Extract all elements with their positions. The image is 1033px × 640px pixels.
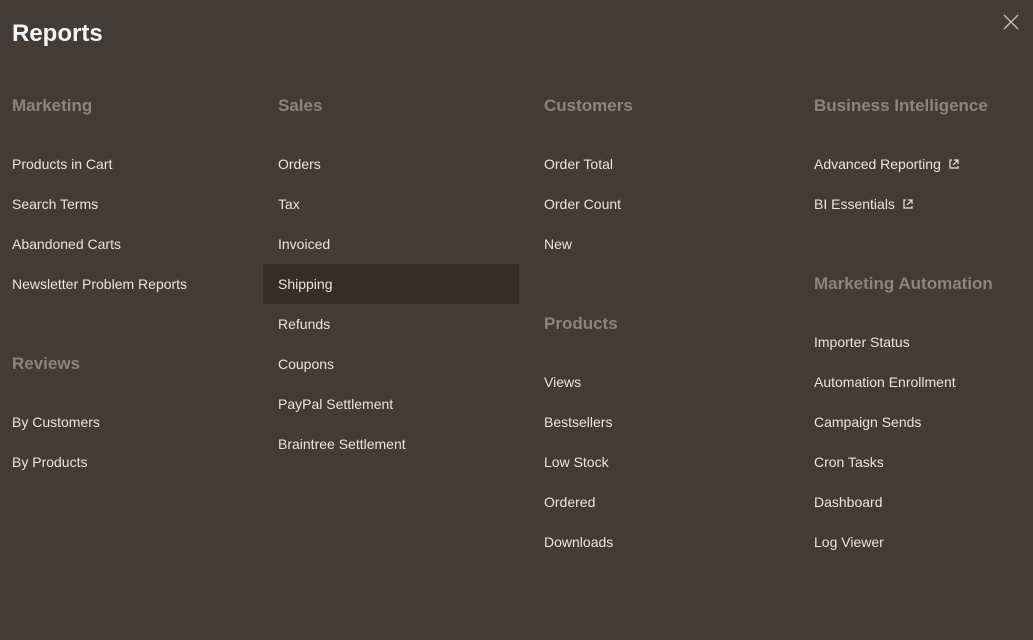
section-products: Products Views Bestsellers Low Stock Ord… (544, 314, 814, 562)
panel-title: Reports (12, 16, 1021, 52)
section-title-sales: Sales (278, 96, 544, 116)
section-title-bi: Business Intelligence (814, 96, 1033, 116)
menu-low-stock[interactable]: Low Stock (529, 442, 814, 482)
menu-campaign-sends[interactable]: Campaign Sends (799, 402, 1033, 442)
menu-item-label: BI Essentials (814, 196, 895, 212)
section-title-reviews: Reviews (12, 354, 278, 374)
columns: Marketing Products in Cart Search Terms … (12, 96, 1021, 612)
menu-invoiced[interactable]: Invoiced (263, 224, 519, 264)
menu-item-label: Advanced Reporting (814, 156, 941, 172)
menu-advanced-reporting[interactable]: Advanced Reporting (799, 144, 1033, 184)
menu-coupons[interactable]: Coupons (263, 344, 519, 384)
col-customers-products: Customers Order Total Order Count New Pr… (544, 96, 814, 612)
col-marketing-reviews: Marketing Products in Cart Search Terms … (12, 96, 278, 612)
section-customers: Customers Order Total Order Count New (544, 96, 814, 264)
menu-paypal-settlement[interactable]: PayPal Settlement (263, 384, 519, 424)
menu-log-viewer[interactable]: Log Viewer (799, 522, 1033, 562)
menu-search-terms[interactable]: Search Terms (0, 184, 278, 224)
section-marketing: Marketing Products in Cart Search Terms … (12, 96, 278, 304)
section-reviews: Reviews By Customers By Products (12, 354, 278, 482)
section-title-marketing: Marketing (12, 96, 278, 116)
section-sales: Sales Orders Tax Invoiced Shipping Refun… (278, 96, 544, 464)
menu-orders[interactable]: Orders (263, 144, 519, 184)
col-bi-automation: Business Intelligence Advanced Reporting… (814, 96, 1033, 612)
menu-dashboard[interactable]: Dashboard (799, 482, 1033, 522)
external-link-icon (903, 196, 913, 206)
menu-newsletter-problem-reports[interactable]: Newsletter Problem Reports (0, 264, 278, 304)
menu-order-count[interactable]: Order Count (529, 184, 814, 224)
section-title-automation: Marketing Automation (814, 274, 1033, 294)
menu-new[interactable]: New (529, 224, 814, 264)
menu-bi-essentials[interactable]: BI Essentials (799, 184, 1033, 224)
menu-automation-enrollment[interactable]: Automation Enrollment (799, 362, 1033, 402)
menu-by-products[interactable]: By Products (0, 442, 278, 482)
external-link-icon (949, 156, 959, 166)
col-sales: Sales Orders Tax Invoiced Shipping Refun… (278, 96, 544, 612)
section-title-products: Products (544, 314, 814, 334)
menu-shipping[interactable]: Shipping (263, 264, 519, 304)
menu-abandoned-carts[interactable]: Abandoned Carts (0, 224, 278, 264)
section-title-customers: Customers (544, 96, 814, 116)
menu-cron-tasks[interactable]: Cron Tasks (799, 442, 1033, 482)
menu-products-in-cart[interactable]: Products in Cart (0, 144, 278, 184)
menu-bestsellers[interactable]: Bestsellers (529, 402, 814, 442)
menu-tax[interactable]: Tax (263, 184, 519, 224)
menu-downloads[interactable]: Downloads (529, 522, 814, 562)
section-bi: Business Intelligence Advanced Reporting… (814, 96, 1033, 224)
menu-ordered[interactable]: Ordered (529, 482, 814, 522)
section-automation: Marketing Automation Importer Status Aut… (814, 274, 1033, 562)
menu-views[interactable]: Views (529, 362, 814, 402)
close-icon[interactable] (999, 10, 1023, 34)
reports-panel: Reports Marketing Products in Cart Searc… (0, 0, 1033, 640)
menu-importer-status[interactable]: Importer Status (799, 322, 1033, 362)
menu-braintree-settlement[interactable]: Braintree Settlement (263, 424, 519, 464)
menu-order-total[interactable]: Order Total (529, 144, 814, 184)
menu-by-customers[interactable]: By Customers (0, 402, 278, 442)
menu-refunds[interactable]: Refunds (263, 304, 519, 344)
